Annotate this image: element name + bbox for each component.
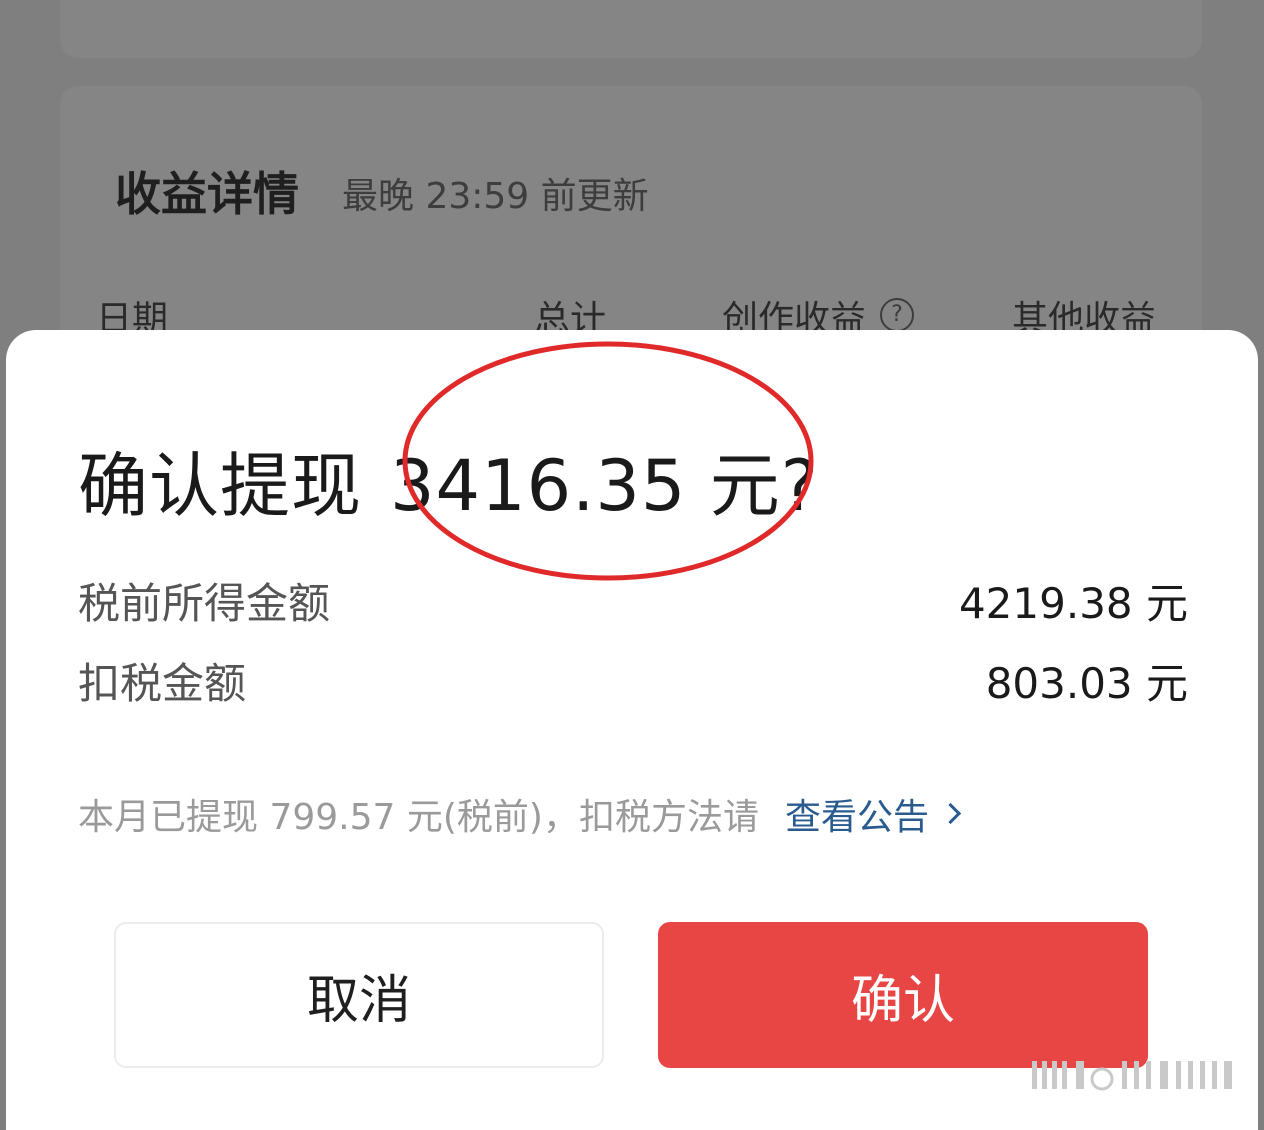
pretax-amount-value: 4219.38 元 [958, 579, 1188, 628]
tax-amount-value: 803.03 元 [985, 659, 1188, 708]
confirm-button[interactable]: 确认 [658, 922, 1148, 1068]
background-card [60, 0, 1202, 58]
withdraw-amount: 3416.35 元 [390, 445, 781, 527]
view-announcement-link[interactable]: 查看公告 [784, 797, 962, 838]
tax-amount-label: 扣税金额 [78, 659, 247, 708]
dialog-title-prefix: 确认提现 [78, 445, 362, 527]
earnings-detail-title: 收益详情 [115, 167, 299, 221]
pretax-amount-label: 税前所得金额 [78, 579, 331, 628]
cancel-button[interactable]: 取消 [114, 922, 604, 1068]
update-time-subtitle: 最晚 23:59 前更新 [342, 176, 649, 217]
dialog-title: 确认提现 3416.35 元? [78, 430, 819, 531]
chevron-right-icon [939, 802, 962, 825]
withdraw-confirm-dialog: 确认提现 3416.35 元? 税前所得金额 4219.38 元 扣税金额 803… [6, 330, 1258, 1130]
monthly-withdraw-note-text: 本月已提现 799.57 元(税前)，扣税方法请 [78, 797, 759, 838]
monthly-withdraw-note: 本月已提现 799.57 元(税前)，扣税方法请 查看公告 [78, 788, 962, 840]
question-circle-icon[interactable]: ? [880, 298, 915, 332]
view-announcement-label: 查看公告 [784, 797, 929, 838]
dialog-title-suffix: ? [780, 445, 819, 527]
